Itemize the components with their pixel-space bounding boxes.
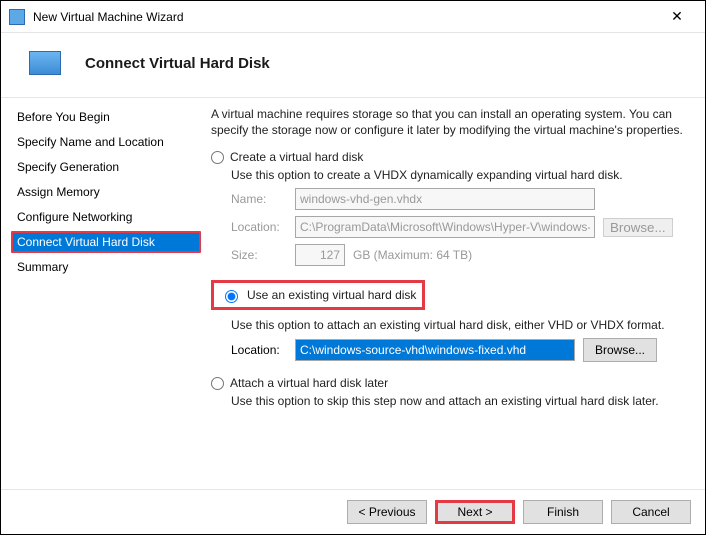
location-input-existing[interactable]: [295, 339, 575, 361]
radio-existing-label: Use an existing virtual hard disk: [247, 288, 416, 302]
hard-disk-icon: [29, 51, 61, 75]
size-suffix: GB (Maximum: 64 TB): [353, 248, 472, 262]
main-panel: A virtual machine requires storage so th…: [201, 98, 705, 489]
step-connect-vhd[interactable]: Connect Virtual Hard Disk: [11, 231, 201, 253]
browse-button-existing[interactable]: Browse...: [583, 338, 657, 362]
size-input: [295, 244, 345, 266]
wizard-body: Before You Begin Specify Name and Locati…: [1, 97, 705, 489]
browse-button-create: Browse...: [603, 218, 673, 237]
name-label: Name:: [231, 192, 287, 206]
sidebar: Before You Begin Specify Name and Locati…: [1, 98, 201, 489]
step-summary[interactable]: Summary: [11, 256, 201, 278]
later-desc: Use this option to skip this step now an…: [231, 394, 683, 408]
step-assign-memory[interactable]: Assign Memory: [11, 181, 201, 203]
option-existing: Use an existing virtual hard disk Use th…: [211, 280, 683, 362]
name-input: [295, 188, 595, 210]
close-button[interactable]: ✕: [657, 3, 697, 31]
location-input-create: [295, 216, 595, 238]
radio-later[interactable]: [211, 377, 224, 390]
location-label-existing: Location:: [231, 343, 287, 357]
step-specify-name[interactable]: Specify Name and Location: [11, 131, 201, 153]
radio-create-label: Create a virtual hard disk: [230, 150, 363, 164]
finish-button[interactable]: Finish: [523, 500, 603, 524]
option-later: Attach a virtual hard disk later Use thi…: [211, 376, 683, 408]
app-icon: [9, 9, 25, 25]
previous-button[interactable]: < Previous: [347, 500, 427, 524]
wizard-header: Connect Virtual Hard Disk: [1, 33, 705, 97]
step-configure-networking[interactable]: Configure Networking: [11, 206, 201, 228]
create-desc: Use this option to create a VHDX dynamic…: [231, 168, 683, 182]
step-before-you-begin[interactable]: Before You Begin: [11, 106, 201, 128]
size-label: Size:: [231, 248, 287, 262]
step-specify-generation[interactable]: Specify Generation: [11, 156, 201, 178]
location-label-create: Location:: [231, 220, 287, 234]
footer: < Previous Next > Finish Cancel: [1, 489, 705, 534]
cancel-button[interactable]: Cancel: [611, 500, 691, 524]
radio-later-label: Attach a virtual hard disk later: [230, 376, 388, 390]
intro-text: A virtual machine requires storage so th…: [211, 106, 683, 138]
existing-desc: Use this option to attach an existing vi…: [231, 318, 683, 332]
radio-create[interactable]: [211, 151, 224, 164]
option-create: Create a virtual hard disk Use this opti…: [211, 150, 683, 266]
page-title: Connect Virtual Hard Disk: [85, 55, 270, 72]
radio-existing[interactable]: [225, 290, 238, 303]
wizard-window: New Virtual Machine Wizard ✕ Connect Vir…: [0, 0, 706, 535]
window-title: New Virtual Machine Wizard: [33, 10, 657, 24]
next-button[interactable]: Next >: [435, 500, 515, 524]
titlebar: New Virtual Machine Wizard ✕: [1, 1, 705, 33]
